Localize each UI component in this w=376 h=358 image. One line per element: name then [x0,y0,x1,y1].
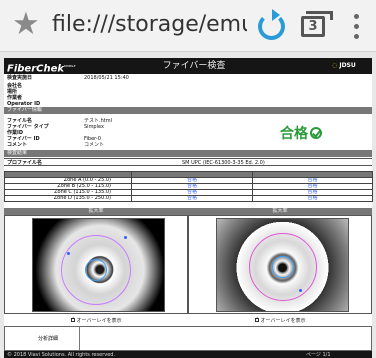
profile-row: プロファイル名 SM UPC (IEC-61300-3-35 Ed. 2.0) [4,158,372,166]
pass-check-icon [310,127,322,139]
fiberchek-logo: FiberChekMOBILE [7,60,76,75]
fiber-label-comment: コメント [7,142,28,148]
right-overlay-checkbox[interactable] [254,316,259,323]
tab-count: 3 [308,19,318,34]
profile-label: プロファイル名 [7,160,43,166]
left-overlay-label: オーバーレイを表示 [76,318,122,324]
zone-row: Zone C (115.0 - 135.0) 合格 合格 [4,189,373,196]
inspection-report: FiberChekMOBILE ファイバー検査 ◌ JDSU 検査実施日 201… [4,58,373,358]
overall-pass-status: 合格 [280,126,322,143]
defect-marker [124,236,127,239]
copyright-text: © 2018 Viavi Solutions. All rights reser… [7,352,116,358]
defect-marker [299,289,302,292]
logo-mark-icon: ◌ [332,62,338,69]
fiber-value-type: Simplex [84,124,104,130]
brand-superscript: MOBILE [64,64,76,68]
defect-marker [67,252,70,255]
brand-name: FiberChek [7,63,65,75]
zone-name: Zone D (135.0 - 250.0) [4,195,132,202]
zone-right-result: 合格 [252,195,373,202]
zone-results-table: Zone A (0.0 - 25.0) 合格 合格 Zone B (25.0 - 1… [4,171,373,202]
left-overlay-toggle[interactable]: オーバーレイを表示 [4,316,188,325]
analysis-details-label: 分析詳細 [37,336,58,342]
right-fiber-micrograph [216,218,349,312]
left-image-panel [4,215,188,314]
zone-row: Zone B (25.0 - 115.0) 合格 合格 [4,183,373,190]
inspection-results-section: 検査結果 [4,150,372,157]
left-image-header: 拡大率 [4,208,188,215]
zone-left-result: 合格 [131,195,253,202]
overflow-menu-icon[interactable] [354,14,360,40]
cladding-overlay-circle [61,235,131,305]
pass-label: 合格 [280,126,308,142]
logo-text: JDSU [339,62,356,69]
address-bar[interactable]: file:///storage/emulated [52,11,247,39]
fiber-info-section: ファイバー情報 [4,107,372,114]
info-value-date: 2018/05/21 15:40 [84,75,129,81]
info-label-date: 検査実施日 [7,75,33,81]
analysis-details-box: 分析詳細 [4,326,372,351]
refresh-icon[interactable] [258,9,285,40]
page-indicator: ページ 1/1 [306,352,331,358]
right-overlay-toggle[interactable]: オーバーレイを表示 [188,316,372,325]
fiber-value-comment: コメント [84,142,105,148]
right-overlay-label: オーバーレイを表示 [260,318,306,324]
android-browser-screen: ★ file:///storage/emulated 3 FiberChekMO… [0,0,376,358]
cladding-overlay-circle [249,233,317,301]
jdsu-logo: ◌ JDSU [332,61,356,71]
report-header: FiberChekMOBILE ファイバー検査 ◌ JDSU [4,58,372,74]
profile-value: SM UPC (IEC-61300-3-35 Ed. 2.0) [182,160,265,166]
bookmark-star-icon[interactable]: ★ [12,9,40,40]
right-image-panel [188,215,372,314]
browser-toolbar: ★ file:///storage/emulated 3 [0,0,376,52]
zone-row: Zone D (135.0 - 250.0) 合格 合格 [4,195,373,202]
right-image-header: 拡大率 [188,208,372,215]
left-fiber-micrograph [32,218,165,312]
tabs-icon[interactable]: 3 [301,11,333,37]
left-overlay-checkbox[interactable] [70,316,75,323]
report-title: ファイバー検査 [162,61,226,71]
analysis-divider [79,327,80,350]
report-footer: © 2018 Viavi Solutions. All rights reser… [4,351,372,358]
